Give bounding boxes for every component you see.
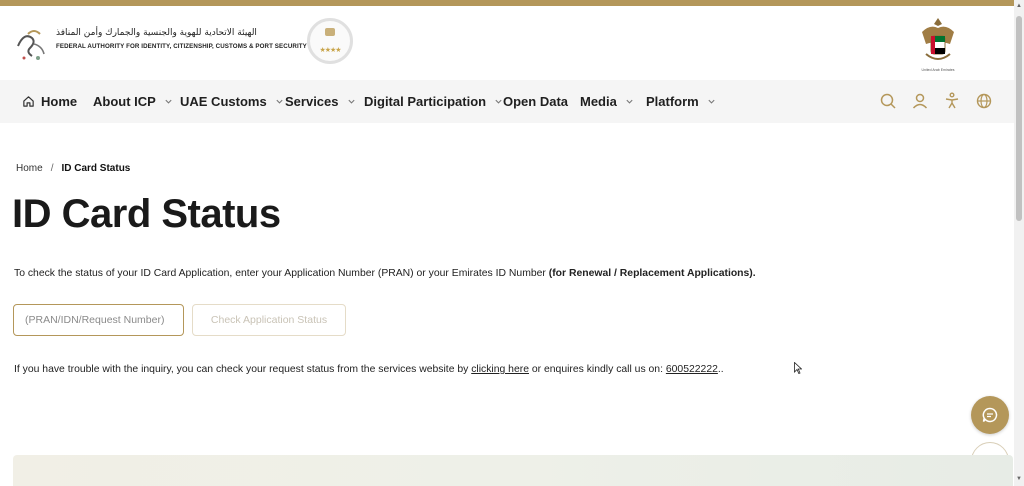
nav-item-home[interactable]: Home	[22, 80, 77, 123]
search-icon[interactable]	[879, 92, 897, 110]
chevron-down-icon	[347, 99, 355, 104]
intro-text: To check the status of your ID Card Appl…	[14, 268, 756, 279]
nav-label-media: Media	[580, 94, 617, 109]
scroll-down-arrow-icon[interactable]: ▼	[1016, 476, 1022, 482]
badge-emblem-icon	[325, 28, 335, 36]
intro-text-main: To check the status of your ID Card Appl…	[14, 268, 549, 279]
emblem-caption: United Arab Emirates	[921, 68, 955, 72]
chevron-down-icon	[165, 99, 172, 104]
help-text: If you have trouble with the inquiry, yo…	[14, 364, 724, 375]
page-title: ID Card Status	[12, 192, 281, 236]
breadcrumb-separator: /	[50, 163, 54, 174]
help-text-middle: or enquires kindly call us on:	[528, 364, 666, 375]
page-scrollbar[interactable]: ▲ ▼	[1014, 0, 1024, 486]
nav-item-uae-customs[interactable]: UAE Customs	[180, 80, 284, 123]
icp-logo-icon[interactable]	[14, 24, 48, 64]
nav-label-open-data: Open Data	[503, 94, 569, 109]
mouse-cursor-icon	[794, 362, 802, 374]
bottom-banner	[13, 455, 1013, 486]
main-navigation: Home About ICP UAE Customs Services Digi…	[0, 80, 1014, 123]
clicking-here-link[interactable]: clicking here	[471, 364, 529, 375]
nav-label-digital-participation: Digital Participation	[364, 94, 487, 109]
help-text-prefix: If you have trouble with the inquiry, yo…	[14, 364, 472, 375]
authority-name-english: FEDERAL AUTHORITY FOR IDENTITY, CITIZENS…	[56, 43, 307, 50]
nav-label-uae-customs: UAE Customs	[180, 94, 267, 109]
help-text-suffix: ..	[717, 364, 724, 375]
scroll-up-arrow-icon[interactable]: ▲	[1016, 3, 1022, 9]
chat-button[interactable]	[971, 396, 1009, 434]
nav-item-digital-participation[interactable]: Digital Participation	[364, 80, 503, 123]
nav-item-platform[interactable]: Platform	[646, 80, 716, 123]
breadcrumb-home-link[interactable]: Home	[16, 163, 43, 174]
accessibility-icon[interactable]	[943, 92, 961, 110]
government-stars-badge: ★★★★	[307, 18, 353, 64]
chevron-down-icon	[626, 99, 633, 104]
home-icon	[23, 96, 34, 107]
authority-name-arabic: الهيئة الاتحادية للهوية والجنسية والجمار…	[56, 28, 257, 38]
chevron-down-icon	[708, 99, 715, 104]
badge-stars: ★★★★	[319, 47, 341, 54]
uae-emblem-icon	[922, 18, 954, 60]
authority-name[interactable]: الهيئة الاتحادية للهوية والجنسية والجمار…	[56, 26, 307, 50]
scroll-thumb[interactable]	[1016, 16, 1022, 221]
brand-header: الهيئة الاتحادية للهوية والجنسية والجمار…	[0, 6, 1014, 80]
globe-icon[interactable]	[975, 92, 993, 110]
nav-label-platform: Platform	[646, 94, 699, 109]
phone-number-link[interactable]: 600522222	[666, 364, 718, 375]
chevron-down-icon	[495, 99, 502, 104]
intro-text-bold: (for Renewal / Replacement Applications)…	[548, 268, 756, 279]
nav-label-home: Home	[41, 94, 78, 109]
user-icon[interactable]	[911, 92, 929, 110]
nav-item-open-data[interactable]: Open Data	[503, 80, 568, 123]
breadcrumb-current: ID Card Status	[61, 163, 131, 174]
nav-item-media[interactable]: Media	[580, 80, 634, 123]
nav-item-services[interactable]: Services	[285, 80, 356, 123]
application-number-input[interactable]	[13, 304, 184, 336]
nav-label-services: Services	[285, 94, 339, 109]
nav-label-about-icp: About ICP	[93, 94, 156, 109]
chevron-down-icon	[276, 99, 283, 104]
chat-bubble-icon	[982, 407, 998, 423]
check-application-status-button[interactable]: Check Application Status	[192, 304, 346, 336]
breadcrumb: Home / ID Card Status	[16, 163, 130, 174]
nav-item-about-icp[interactable]: About ICP	[93, 80, 173, 123]
